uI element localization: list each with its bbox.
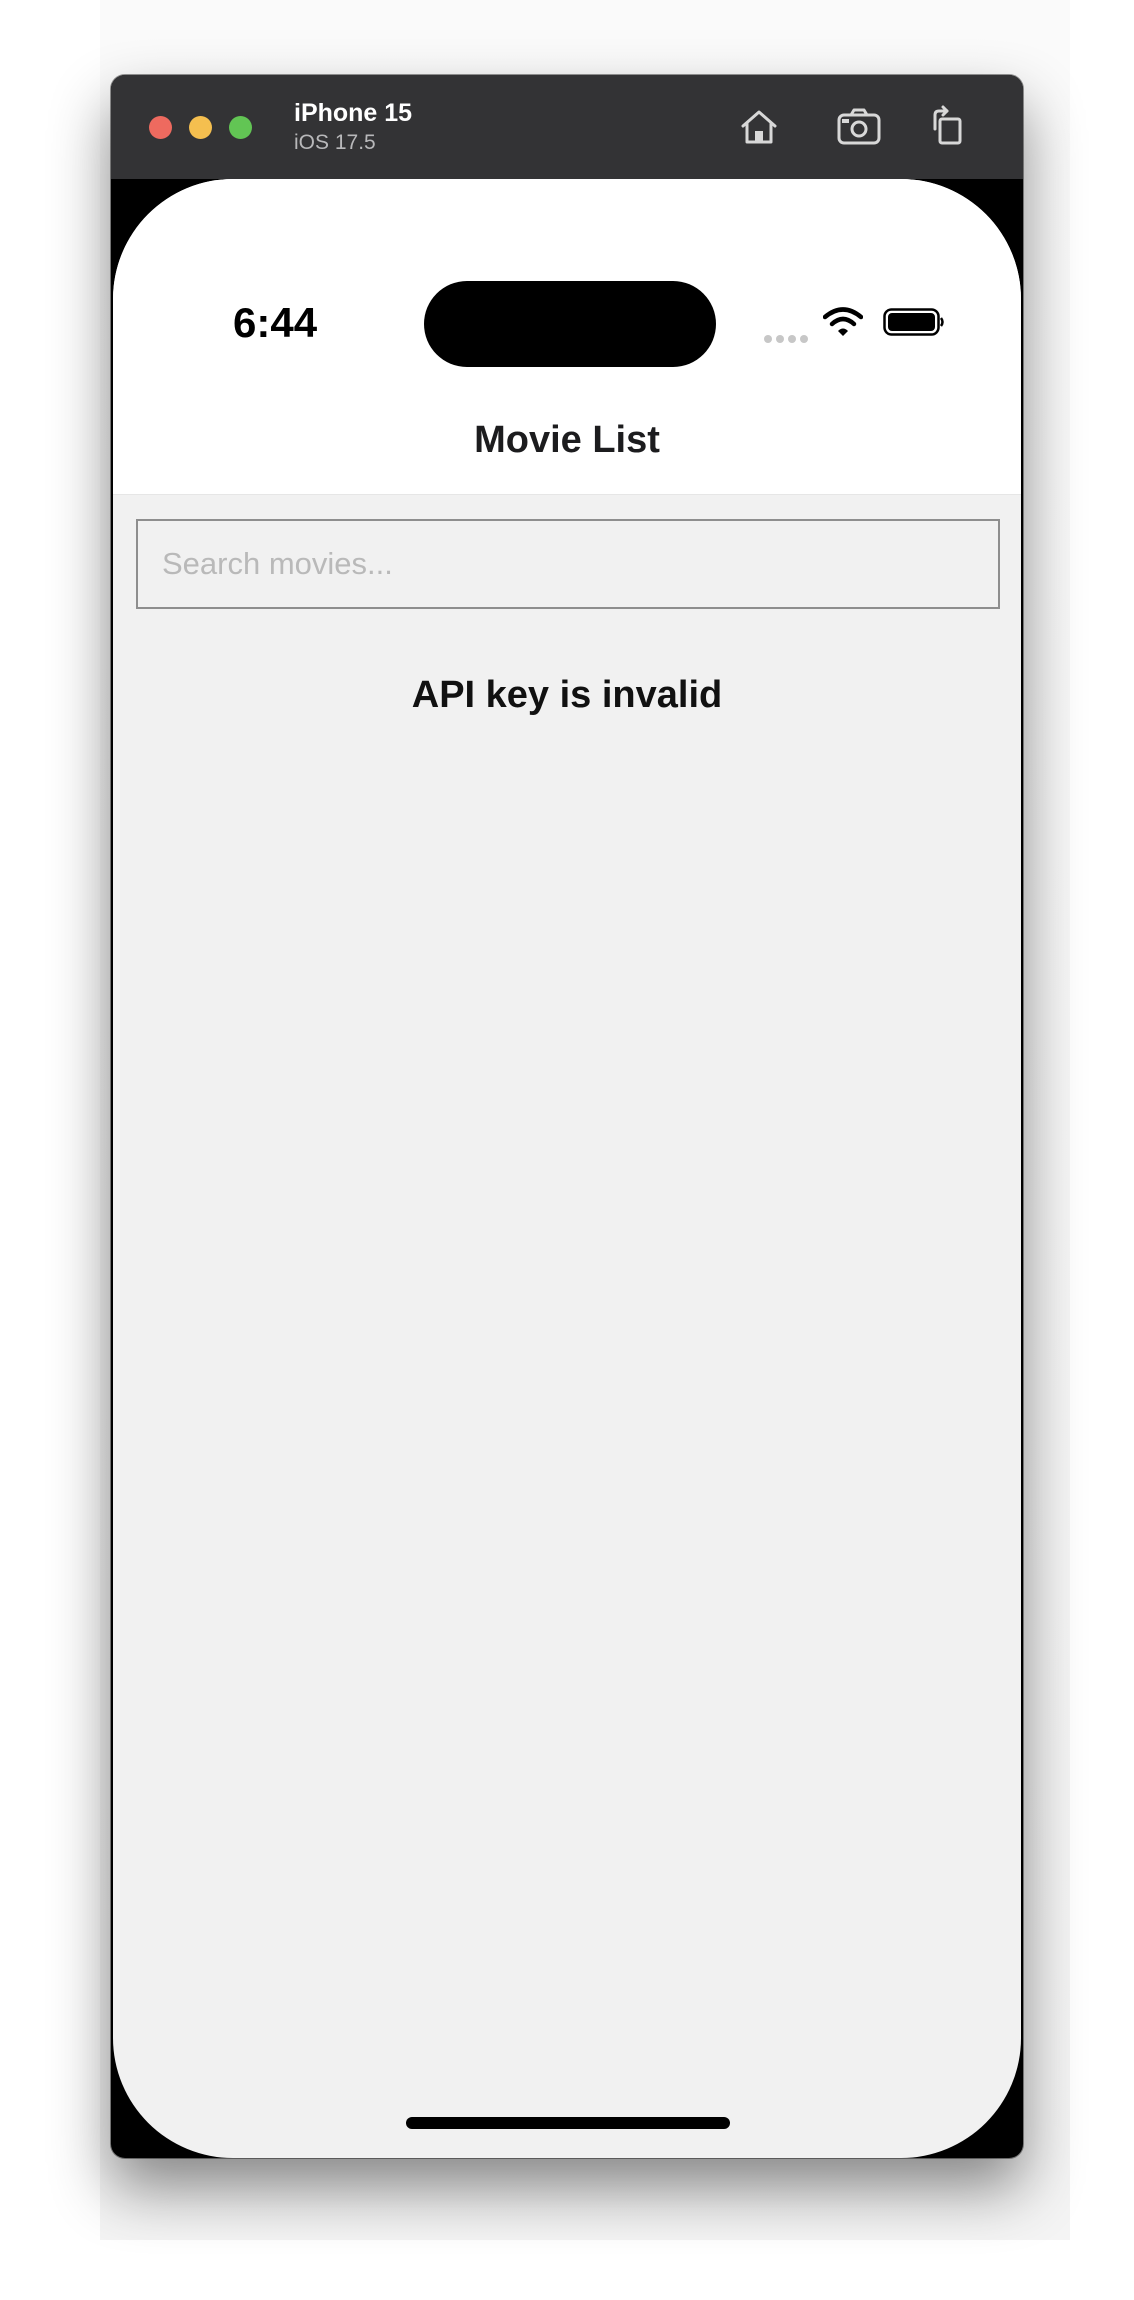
simulator-titlebar: iPhone 15 iOS 17.5: [111, 75, 1023, 179]
signal-icon: [764, 330, 812, 348]
close-window-button[interactable]: [149, 116, 172, 139]
search-input[interactable]: [136, 519, 1000, 609]
rotate-icon[interactable]: [923, 101, 975, 153]
minimize-window-button[interactable]: [189, 116, 212, 139]
home-icon[interactable]: [733, 101, 785, 153]
page-title: Movie List: [474, 419, 660, 461]
zoom-window-button[interactable]: [229, 116, 252, 139]
status-time: 6:44: [233, 299, 318, 346]
wifi-icon: [822, 306, 864, 338]
device-name: iPhone 15: [294, 99, 413, 127]
device-os-version: iOS 17.5: [294, 131, 376, 154]
device-screen: 6:44 Movie List Search movies... API key…: [113, 179, 1021, 2158]
dynamic-island: [424, 281, 716, 367]
simulator-window: iPhone 15 iOS 17.5 6:44 Movie List Searc…: [111, 75, 1023, 2158]
camera-icon[interactable]: [833, 101, 885, 153]
home-indicator[interactable]: [406, 2117, 730, 2129]
error-message: API key is invalid: [411, 674, 723, 716]
navigation-header: 6:44 Movie List: [113, 179, 1021, 495]
battery-icon: [883, 306, 945, 338]
